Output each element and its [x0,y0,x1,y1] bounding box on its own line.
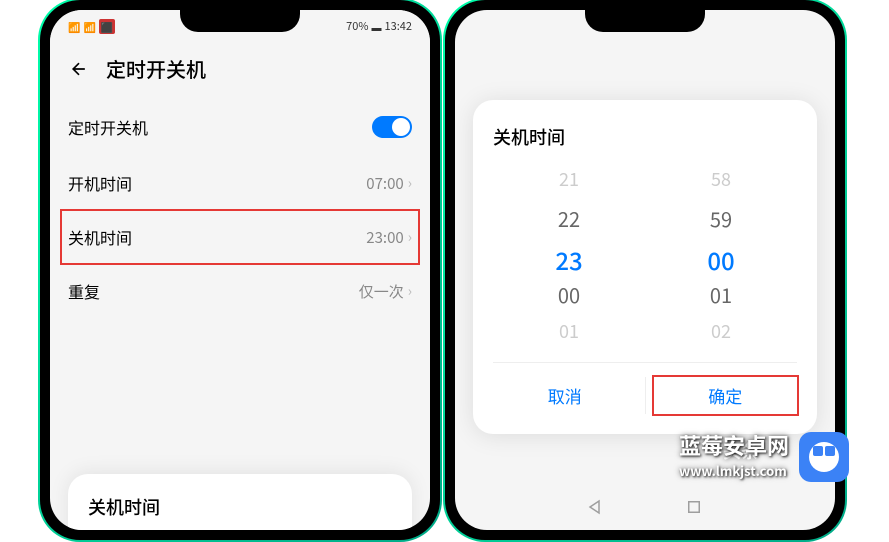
row-repeat[interactable]: 重复 仅一次 › [68,263,412,319]
time-picker-sheet: 关机时间 21 22 23 00 01 58 59 00 01 02 [473,100,817,434]
toggle-label: 定时开关机 [68,115,148,139]
watermark: 蓝莓安卓网 www.lmkjst.com [679,429,789,480]
repeat-value: 仅一次 [359,281,404,302]
chevron-right-icon: › [408,227,412,247]
battery-percent: 70% [346,18,368,34]
brand-name: 蓝莓安卓网 [679,429,789,461]
minute-column[interactable]: 58 59 00 01 02 [645,166,797,342]
repeat-label: 重复 [68,279,100,303]
notif-badge: ⬛ [99,19,115,34]
brand-url: www.lmkjst.com [679,461,789,480]
row-schedule-toggle[interactable]: 定时开关机 [68,99,412,155]
hour-option[interactable]: 21 [559,166,579,190]
chevron-right-icon: › [408,173,412,193]
on-time-label: 开机时间 [68,171,132,195]
hour-option[interactable]: 00 [558,280,580,304]
nav-home-icon[interactable] [685,498,703,516]
hour-option[interactable]: 01 [559,318,579,342]
chevron-right-icon: › [408,281,412,301]
sheet-title: 关机时间 [88,494,392,520]
cancel-button[interactable]: 取消 [493,377,637,414]
row-on-time[interactable]: 开机时间 07:00 › [68,155,412,211]
off-time-sheet-preview: 关机时间 21 58 [68,474,412,530]
page-title: 定时开关机 [106,54,206,83]
wifi-icon: 📶 [83,19,95,34]
nav-bar [455,490,835,524]
clock: 13:42 [385,18,412,34]
hour-column[interactable]: 21 22 23 00 01 [493,166,645,342]
min-option[interactable]: 59 [710,204,732,228]
schedule-toggle[interactable] [372,116,412,138]
sheet-title: 关机时间 [493,124,797,150]
min-option[interactable]: 01 [710,280,732,304]
off-time-value: 23:00 [366,227,403,248]
min-option[interactable]: 58 [711,166,731,190]
nav-back-icon[interactable] [587,498,605,516]
confirm-button[interactable]: 确定 [652,375,800,416]
min-option[interactable]: 02 [711,318,731,342]
android-logo-icon [799,432,849,482]
divider [645,377,646,414]
row-off-time[interactable]: 关机时间 23:00 › [60,209,420,265]
on-time-value: 07:00 [366,173,403,194]
min-selected[interactable]: 00 [707,242,734,266]
signal-icon: 📶 [68,19,80,34]
hour-option[interactable]: 22 [558,204,580,228]
time-picker[interactable]: 21 22 23 00 01 58 59 00 01 02 [493,166,797,342]
battery-icon: ▬ [372,19,382,34]
page-header: 定时开关机 [50,38,430,99]
hour-selected[interactable]: 23 [555,242,582,266]
back-button[interactable] [68,58,90,80]
off-time-label: 关机时间 [68,225,132,249]
